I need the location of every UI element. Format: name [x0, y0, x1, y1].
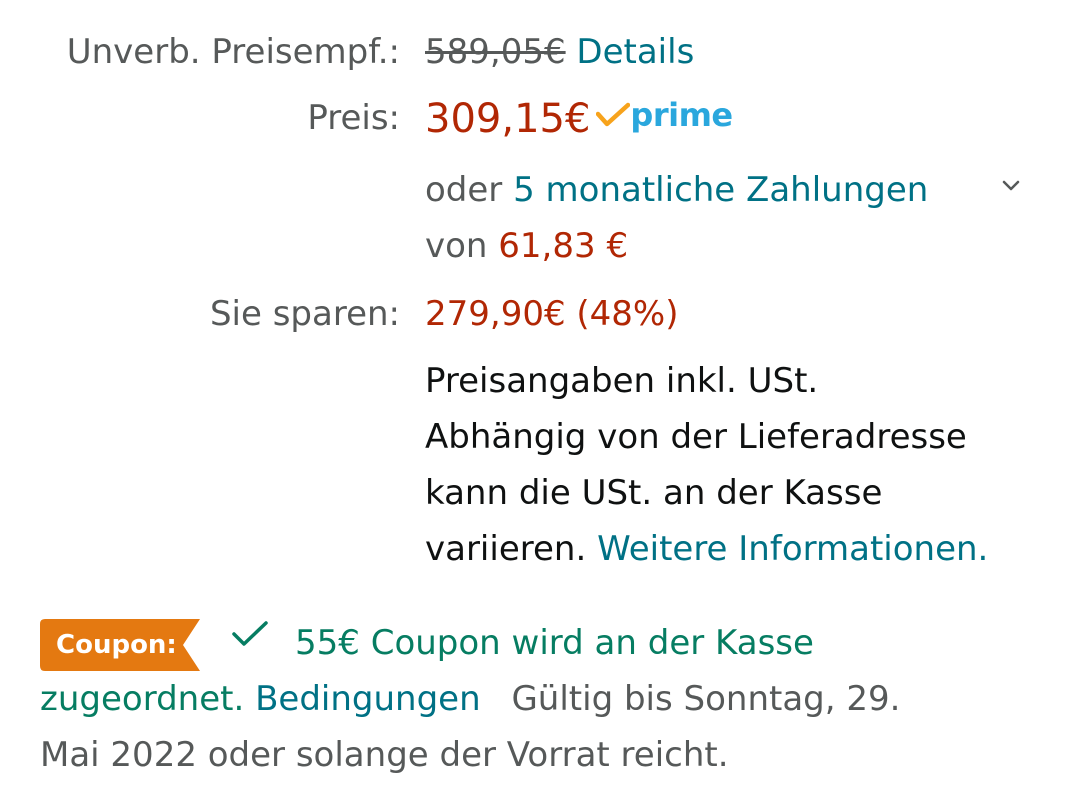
savings-value: 279,90€ (48%)	[425, 294, 679, 334]
list-price-row: 589,05€ Details	[425, 35, 694, 69]
coupon-line-2: zugeordnet. Bedingungen Gültig bis Sonnt…	[40, 682, 900, 716]
coupon-validity-2: Mai 2022 oder solange der Vorrat reicht.	[40, 735, 729, 775]
list-price-label: Unverb. Preisempf.:	[66, 32, 400, 72]
installments-link[interactable]: 5 monatliche Zahlungen	[513, 170, 928, 210]
tax-note-line-4-text: variieren.	[425, 529, 587, 569]
more-information-link[interactable]: Weitere Informationen.	[597, 529, 988, 569]
coupon-badge-label: Coupon:	[56, 630, 177, 660]
tax-note-line-4: variieren. Weitere Informationen.	[425, 521, 988, 577]
installments-prefix: oder	[425, 170, 503, 210]
price-label: Preis:	[307, 98, 400, 138]
price-row: 309,15€ prime	[425, 99, 733, 139]
chevron-down-icon[interactable]	[1000, 178, 1022, 194]
list-price-value: 589,05€	[425, 32, 566, 72]
prime-check-icon	[596, 102, 631, 127]
list-price-details-link[interactable]: Details	[576, 32, 694, 72]
coupon-terms-link[interactable]: Bedingungen	[255, 679, 481, 719]
installments-amount: 61,83 €	[498, 226, 629, 266]
coupon-badge: Coupon:	[40, 619, 200, 671]
coupon-applied-text-1: 55€ Coupon wird an der Kasse	[295, 623, 814, 663]
tax-note-line-3: kann die USt. an der Kasse	[425, 473, 883, 513]
tax-note-line-1: Preisangaben inkl. USt.	[425, 361, 819, 401]
price-value: 309,15€	[425, 96, 591, 142]
installments-amount-row: von 61,83 €	[425, 229, 628, 263]
prime-badge: prime	[596, 96, 733, 134]
prime-logo-text: prime	[630, 96, 733, 134]
checkmark-icon	[232, 621, 268, 646]
coupon-validity-1: Gültig bis Sonntag, 29.	[511, 679, 901, 719]
installments-from-prefix: von	[425, 226, 488, 266]
installments-row: oder 5 monatliche Zahlungen	[425, 173, 928, 207]
tax-note-line-2: Abhängig von der Lieferadresse	[425, 417, 967, 457]
tax-note: Preisangaben inkl. USt. Abhängig von der…	[425, 353, 988, 577]
coupon-applied-text-2: zugeordnet.	[40, 679, 245, 719]
savings-label: Sie sparen:	[209, 294, 400, 334]
